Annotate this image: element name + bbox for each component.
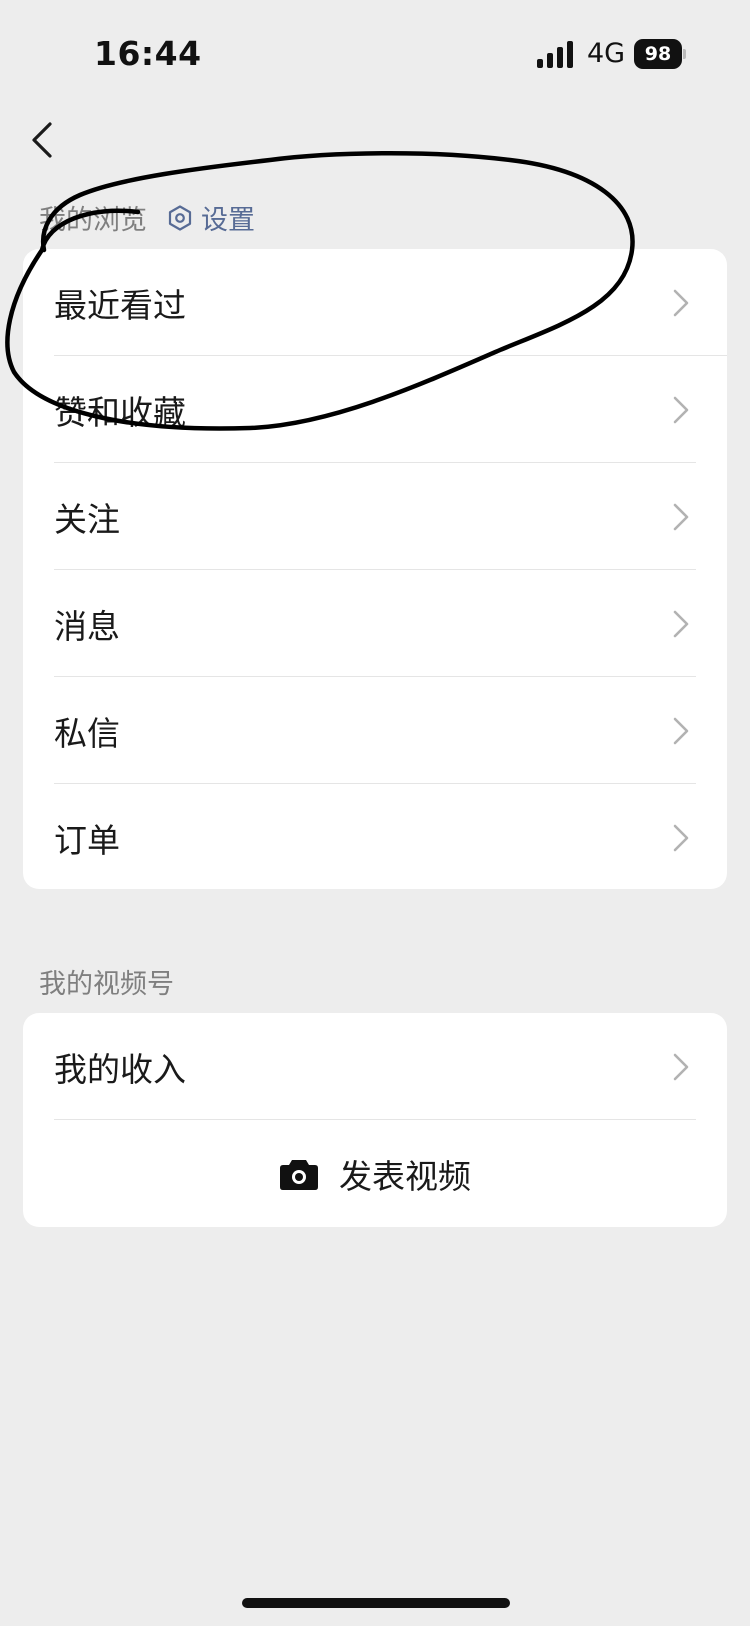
hexagon-gear-icon [168, 204, 192, 231]
home-indicator[interactable] [242, 1598, 510, 1608]
list-item-orders[interactable]: 订单 [23, 784, 727, 889]
list-item-label: 消息 [54, 606, 120, 646]
camera-icon [280, 1159, 318, 1190]
list-item-label: 关注 [54, 499, 120, 539]
chevron-right-icon [673, 717, 689, 745]
browse-list-card: 最近看过 赞和收藏 关注 消息 私信 订单 [23, 249, 727, 889]
browse-section-header: 我的浏览 设置 [39, 198, 255, 237]
list-item-messages[interactable]: 消息 [23, 570, 727, 677]
publish-video-label: 发表视频 [339, 1156, 471, 1196]
list-item-following[interactable]: 关注 [23, 463, 727, 570]
row-divider [54, 1119, 696, 1120]
chevron-right-icon [673, 396, 689, 424]
settings-label: 设置 [201, 205, 255, 236]
list-item-label: 我的收入 [54, 1049, 186, 1089]
chevron-left-icon [32, 122, 52, 158]
chevron-right-icon [673, 610, 689, 638]
list-item-private-messages[interactable]: 私信 [23, 677, 727, 784]
channels-card: 我的收入 发表视频 [23, 1013, 727, 1227]
back-button[interactable] [22, 118, 68, 164]
list-item-recently-viewed[interactable]: 最近看过 [23, 249, 727, 356]
list-item-label: 赞和收藏 [54, 392, 186, 432]
chevron-right-icon [673, 503, 689, 531]
channels-section-title: 我的视频号 [39, 969, 174, 1000]
list-item-label: 私信 [54, 713, 120, 753]
chevron-right-icon [673, 289, 689, 317]
chevron-right-icon [673, 824, 689, 852]
status-time: 16:44 [94, 34, 202, 73]
channels-section-header: 我的视频号 [39, 962, 174, 1001]
battery-icon: 98 [634, 39, 686, 69]
signal-icon [537, 41, 573, 68]
list-item-my-income[interactable]: 我的收入 [23, 1013, 727, 1120]
settings-link[interactable]: 设置 [167, 198, 255, 237]
battery-tip [683, 49, 686, 59]
status-bar: 16:44 4G 98 [0, 0, 750, 100]
list-item-likes-and-favorites[interactable]: 赞和收藏 [23, 356, 727, 463]
browse-section-title: 我的浏览 [39, 205, 147, 236]
chevron-right-icon [673, 1053, 689, 1081]
battery-level: 98 [644, 43, 672, 65]
network-label: 4G [587, 38, 626, 69]
list-item-label: 订单 [54, 820, 120, 860]
list-item-label: 最近看过 [54, 285, 186, 325]
publish-video-button[interactable]: 发表视频 [23, 1120, 727, 1227]
